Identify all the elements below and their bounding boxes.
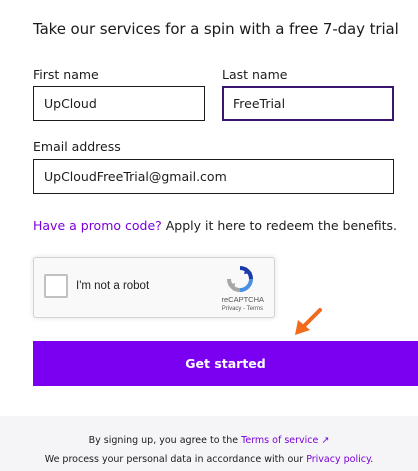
- recaptcha-widget: I'm not a robot reCAPTCHA Privacy - Term…: [33, 257, 275, 318]
- privacy-policy-link[interactable]: Privacy policy: [306, 454, 370, 465]
- page-title: Take our services for a spin with a free…: [33, 20, 399, 38]
- promo-code-link[interactable]: Have a promo code?: [33, 218, 162, 233]
- last-name-label: Last name: [222, 67, 288, 82]
- promo-text: Apply it here to redeem the benefits.: [161, 218, 398, 233]
- first-name-label: First name: [33, 67, 99, 82]
- footer-terms-text: By signing up, you agree to the: [88, 435, 242, 446]
- recaptcha-logo-icon: [227, 266, 253, 292]
- get-started-button[interactable]: Get started: [33, 341, 418, 386]
- recaptcha-privacy-terms[interactable]: Privacy - Terms: [34, 306, 274, 312]
- orange-pointer-arrow-icon: [295, 308, 322, 335]
- terms-of-service-link[interactable]: Terms of service ↗: [241, 435, 329, 446]
- recaptcha-brand: reCAPTCHA: [221, 295, 264, 304]
- first-name-input[interactable]: [33, 86, 205, 121]
- email-label: Email address: [33, 139, 121, 154]
- email-input[interactable]: [33, 159, 394, 194]
- promo-line: Have a promo code? Apply it here to rede…: [33, 218, 397, 233]
- footer-privacy-suffix: .: [370, 454, 374, 465]
- footer-privacy-line: We process your personal data in accorda…: [0, 454, 418, 465]
- footer: By signing up, you agree to the Terms of…: [0, 416, 418, 471]
- recaptcha-label: I'm not a robot: [76, 280, 150, 292]
- footer-privacy-text: We process your personal data in accorda…: [44, 454, 307, 465]
- footer-terms-line: By signing up, you agree to the Terms of…: [0, 435, 418, 446]
- last-name-input[interactable]: [222, 86, 394, 121]
